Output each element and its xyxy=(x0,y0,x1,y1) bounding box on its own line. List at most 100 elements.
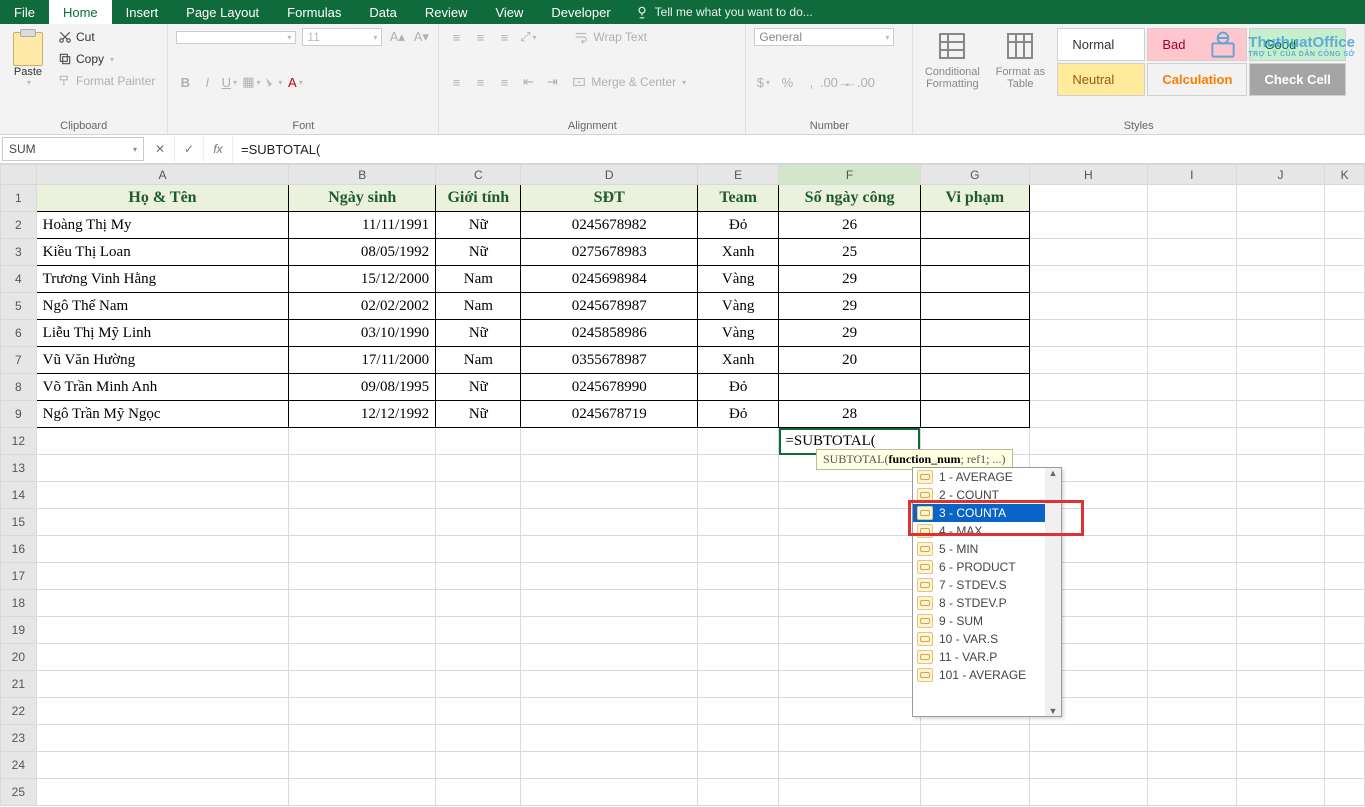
cell-I19[interactable] xyxy=(1147,617,1236,644)
cell-A17[interactable] xyxy=(36,563,289,590)
cell-H24[interactable] xyxy=(1029,752,1147,779)
cell-I8[interactable] xyxy=(1147,374,1236,401)
cell-I21[interactable] xyxy=(1147,671,1236,698)
cell-B9[interactable]: 12/12/1992 xyxy=(289,401,436,428)
cell-D14[interactable] xyxy=(521,482,697,509)
cell-F17[interactable] xyxy=(779,563,920,590)
row-head-4[interactable]: 4 xyxy=(1,266,37,293)
cell-F14[interactable] xyxy=(779,482,920,509)
cell-H12[interactable] xyxy=(1029,428,1147,455)
dropdown-item[interactable]: 10 - VAR.S xyxy=(913,630,1045,648)
cell-D9[interactable]: 0245678719 xyxy=(521,401,697,428)
cell-K15[interactable] xyxy=(1325,509,1365,536)
wrap-text-button[interactable]: Wrap Text xyxy=(569,28,651,46)
fx-button[interactable]: fx xyxy=(204,135,233,163)
tab-data[interactable]: Data xyxy=(355,0,410,24)
align-top-icon[interactable]: ≡ xyxy=(447,28,465,46)
cell-D8[interactable]: 0245678990 xyxy=(521,374,697,401)
cell-J3[interactable] xyxy=(1236,239,1325,266)
cell-C7[interactable]: Nam xyxy=(436,347,521,374)
row-head-14[interactable]: 14 xyxy=(1,482,37,509)
number-format-select[interactable]: General▾ xyxy=(754,28,894,46)
cell-E15[interactable] xyxy=(697,509,778,536)
cell-A24[interactable] xyxy=(36,752,289,779)
cell-B22[interactable] xyxy=(289,698,436,725)
cell-J4[interactable] xyxy=(1236,266,1325,293)
cell-E2[interactable]: Đỏ xyxy=(697,212,778,239)
cell-H1[interactable] xyxy=(1029,185,1147,212)
col-head-A[interactable]: A xyxy=(36,165,289,185)
cell-K18[interactable] xyxy=(1325,590,1365,617)
cell-B2[interactable]: 11/11/1991 xyxy=(289,212,436,239)
row-head-16[interactable]: 16 xyxy=(1,536,37,563)
cell-A16[interactable] xyxy=(36,536,289,563)
cell-C22[interactable] xyxy=(436,698,521,725)
cell-E20[interactable] xyxy=(697,644,778,671)
cell-I14[interactable] xyxy=(1147,482,1236,509)
align-center-icon[interactable]: ≡ xyxy=(471,73,489,91)
cell-E17[interactable] xyxy=(697,563,778,590)
cell-F19[interactable] xyxy=(779,617,920,644)
cell-D5[interactable]: 0245678987 xyxy=(521,293,697,320)
cell-G5[interactable] xyxy=(920,293,1029,320)
cell-K6[interactable] xyxy=(1325,320,1365,347)
cell-D21[interactable] xyxy=(521,671,697,698)
cell-G7[interactable] xyxy=(920,347,1029,374)
cell-A7[interactable]: Vũ Văn Hường xyxy=(36,347,289,374)
font-family-select[interactable]: ▾ xyxy=(176,31,296,44)
style-neutral[interactable]: Neutral xyxy=(1057,63,1145,96)
cancel-formula-button[interactable]: ✕ xyxy=(146,135,175,163)
cell-E16[interactable] xyxy=(697,536,778,563)
cell-A6[interactable]: Liễu Thị Mỹ Linh xyxy=(36,320,289,347)
cell-J7[interactable] xyxy=(1236,347,1325,374)
cell-C1[interactable]: Giới tính xyxy=(436,185,521,212)
cell-C12[interactable] xyxy=(436,428,521,455)
format-painter-button[interactable]: Format Painter xyxy=(54,72,159,90)
cell-I18[interactable] xyxy=(1147,590,1236,617)
tab-insert[interactable]: Insert xyxy=(112,0,173,24)
col-head-D[interactable]: D xyxy=(521,165,697,185)
cell-K13[interactable] xyxy=(1325,455,1365,482)
cell-E13[interactable] xyxy=(697,455,778,482)
cell-G2[interactable] xyxy=(920,212,1029,239)
dropdown-item[interactable]: 101 - AVERAGE xyxy=(913,666,1045,684)
row-head-12[interactable]: 12 xyxy=(1,428,37,455)
cell-B18[interactable] xyxy=(289,590,436,617)
cell-G24[interactable] xyxy=(920,752,1029,779)
row-head-6[interactable]: 6 xyxy=(1,320,37,347)
paste-button[interactable]: Paste ▾ xyxy=(8,32,48,87)
row-head-24[interactable]: 24 xyxy=(1,752,37,779)
cell-I15[interactable] xyxy=(1147,509,1236,536)
cell-H23[interactable] xyxy=(1029,725,1147,752)
cell-D24[interactable] xyxy=(521,752,697,779)
tell-me-search[interactable]: Tell me what you want to do... xyxy=(625,0,823,24)
row-head-13[interactable]: 13 xyxy=(1,455,37,482)
cell-K9[interactable] xyxy=(1325,401,1365,428)
cell-G9[interactable] xyxy=(920,401,1029,428)
row-head-5[interactable]: 5 xyxy=(1,293,37,320)
cell-A25[interactable] xyxy=(36,779,289,806)
cell-D22[interactable] xyxy=(521,698,697,725)
cell-D1[interactable]: SĐT xyxy=(521,185,697,212)
col-head-C[interactable]: C xyxy=(436,165,521,185)
cell-I24[interactable] xyxy=(1147,752,1236,779)
row-head-2[interactable]: 2 xyxy=(1,212,37,239)
cell-G1[interactable]: Vi phạm xyxy=(920,185,1029,212)
dropdown-item[interactable]: 3 - COUNTA xyxy=(913,504,1045,522)
cell-D19[interactable] xyxy=(521,617,697,644)
cell-C13[interactable] xyxy=(436,455,521,482)
dropdown-scrollbar[interactable]: ▲ ▼ xyxy=(1045,468,1061,716)
fill-color-button[interactable]: ▾ xyxy=(264,73,282,91)
formula-input[interactable]: =SUBTOTAL( xyxy=(233,135,1365,163)
align-left-icon[interactable]: ≡ xyxy=(447,73,465,91)
tab-view[interactable]: View xyxy=(481,0,537,24)
cell-F3[interactable]: 25 xyxy=(779,239,920,266)
decrease-font-icon[interactable]: A▾ xyxy=(412,28,430,46)
cell-C25[interactable] xyxy=(436,779,521,806)
cell-K23[interactable] xyxy=(1325,725,1365,752)
cell-I9[interactable] xyxy=(1147,401,1236,428)
cell-I20[interactable] xyxy=(1147,644,1236,671)
row-head-8[interactable]: 8 xyxy=(1,374,37,401)
tab-review[interactable]: Review xyxy=(411,0,482,24)
cell-H3[interactable] xyxy=(1029,239,1147,266)
